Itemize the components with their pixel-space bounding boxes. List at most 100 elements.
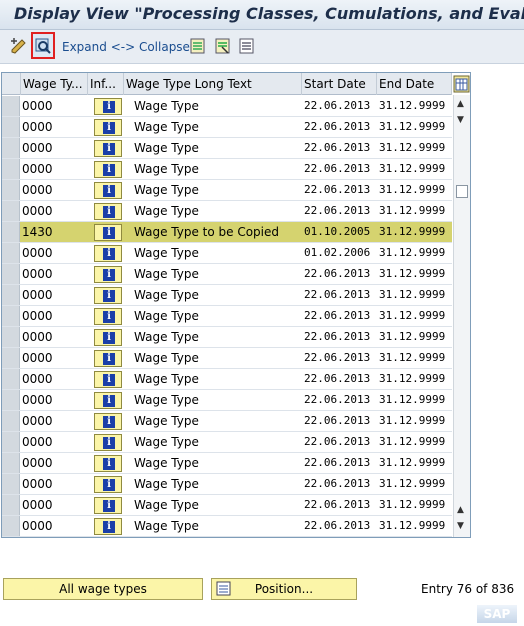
table-row[interactable]: 0000 i Wage Type 22.06.2013 31.12.9999 bbox=[2, 180, 452, 201]
table-row[interactable]: 0000 i Wage Type 22.06.2013 31.12.9999 bbox=[2, 432, 452, 453]
table-row[interactable]: 0000 i Wage Type 22.06.2013 31.12.9999 bbox=[2, 516, 452, 537]
wage-type-code: 0000 bbox=[22, 477, 53, 491]
row-selector[interactable] bbox=[2, 453, 20, 473]
row-selector[interactable] bbox=[2, 432, 20, 452]
info-button[interactable]: i bbox=[90, 495, 124, 515]
table-row[interactable]: 0000 i Wage Type 22.06.2013 31.12.9999 bbox=[2, 453, 452, 474]
scroll-thumb[interactable] bbox=[456, 185, 468, 198]
table-row[interactable]: 0000 i Wage Type 22.06.2013 31.12.9999 bbox=[2, 474, 452, 495]
info-button[interactable]: i bbox=[90, 453, 124, 473]
row-selector[interactable] bbox=[2, 96, 20, 116]
info-button[interactable]: i bbox=[90, 159, 124, 179]
row-selector[interactable] bbox=[2, 243, 20, 263]
column-header-end-date[interactable]: End Date bbox=[377, 73, 452, 95]
table-row[interactable]: 0000 i Wage Type 22.06.2013 31.12.9999 bbox=[2, 96, 452, 117]
table-row[interactable]: 0000 i Wage Type 22.06.2013 31.12.9999 bbox=[2, 117, 452, 138]
row-selector[interactable] bbox=[2, 327, 20, 347]
table-row[interactable]: 0000 i Wage Type 22.06.2013 31.12.9999 bbox=[2, 264, 452, 285]
end-date: 31.12.9999 bbox=[379, 120, 446, 133]
wage-type-long-text: Wage Type bbox=[134, 162, 199, 176]
table-row[interactable]: 0000 i Wage Type 22.06.2013 31.12.9999 bbox=[2, 495, 452, 516]
info-icon: i bbox=[103, 311, 115, 323]
row-selector[interactable] bbox=[2, 306, 20, 326]
row-selector[interactable] bbox=[2, 201, 20, 221]
sap-logo: SAP bbox=[477, 605, 517, 623]
info-icon: i bbox=[103, 395, 115, 407]
row-selector[interactable] bbox=[2, 411, 20, 431]
table-row[interactable]: 0000 i Wage Type 22.06.2013 31.12.9999 bbox=[2, 411, 452, 432]
row-selector[interactable] bbox=[2, 390, 20, 410]
info-button[interactable]: i bbox=[90, 411, 124, 431]
table-row[interactable]: 0000 i Wage Type 22.06.2013 31.12.9999 bbox=[2, 327, 452, 348]
table-row[interactable]: 0000 i Wage Type 22.06.2013 31.12.9999 bbox=[2, 390, 452, 411]
select-block-icon[interactable] bbox=[212, 35, 234, 57]
info-icon: i bbox=[103, 479, 115, 491]
select-all-header[interactable] bbox=[2, 73, 21, 95]
info-button[interactable]: i bbox=[90, 201, 124, 221]
row-selector[interactable] bbox=[2, 117, 20, 137]
info-button[interactable]: i bbox=[90, 243, 124, 263]
info-button[interactable]: i bbox=[90, 390, 124, 410]
row-selector[interactable] bbox=[2, 369, 20, 389]
table-row[interactable]: 0000 i Wage Type 22.06.2013 31.12.9999 bbox=[2, 138, 452, 159]
table-row[interactable]: 0000 i Wage Type 22.06.2013 31.12.9999 bbox=[2, 306, 452, 327]
info-button[interactable]: i bbox=[90, 327, 124, 347]
row-selector[interactable] bbox=[2, 285, 20, 305]
window-title: Display View "Processing Classes, Cumula… bbox=[14, 4, 524, 23]
info-button[interactable]: i bbox=[90, 306, 124, 326]
end-date: 31.12.9999 bbox=[379, 225, 446, 238]
display-details-icon[interactable] bbox=[31, 32, 55, 59]
scroll-down-icon[interactable]: ▼ bbox=[457, 521, 464, 531]
table-settings-icon[interactable] bbox=[453, 75, 470, 93]
row-selector[interactable] bbox=[2, 180, 20, 200]
info-button[interactable]: i bbox=[90, 369, 124, 389]
column-header-wage-type[interactable]: Wage Ty... bbox=[21, 73, 88, 95]
select-all-icon[interactable] bbox=[187, 35, 209, 57]
end-date: 31.12.9999 bbox=[379, 288, 446, 301]
row-selector[interactable] bbox=[2, 159, 20, 179]
end-date: 31.12.9999 bbox=[379, 267, 446, 280]
row-selector[interactable] bbox=[2, 222, 20, 242]
info-button[interactable]: i bbox=[90, 432, 124, 452]
vertical-scrollbar[interactable]: ▲ ▼ ▲ ▼ bbox=[453, 95, 470, 537]
info-button[interactable]: i bbox=[90, 138, 124, 158]
wage-type-code: 0000 bbox=[22, 141, 53, 155]
table-row[interactable]: 0000 i Wage Type 22.06.2013 31.12.9999 bbox=[2, 348, 452, 369]
table-row[interactable]: 0000 i Wage Type 22.06.2013 31.12.9999 bbox=[2, 201, 452, 222]
table-row[interactable]: 0000 i Wage Type 22.06.2013 31.12.9999 bbox=[2, 369, 452, 390]
info-button[interactable]: i bbox=[90, 264, 124, 284]
row-selector[interactable] bbox=[2, 348, 20, 368]
column-header-long-text[interactable]: Wage Type Long Text bbox=[124, 73, 302, 95]
info-button[interactable]: i bbox=[90, 117, 124, 137]
column-header-info[interactable]: Inf... bbox=[88, 73, 124, 95]
column-header-start-date[interactable]: Start Date bbox=[302, 73, 377, 95]
expand-collapse-button[interactable]: Expand <-> Collapse bbox=[62, 40, 190, 54]
row-selector[interactable] bbox=[2, 495, 20, 515]
info-button[interactable]: i bbox=[90, 348, 124, 368]
deselect-all-icon[interactable] bbox=[236, 35, 258, 57]
all-wage-types-button[interactable]: All wage types bbox=[3, 578, 203, 600]
row-selector[interactable] bbox=[2, 474, 20, 494]
scroll-up-icon[interactable]: ▲ bbox=[457, 99, 464, 109]
info-button[interactable]: i bbox=[90, 474, 124, 494]
scroll-page-down-icon[interactable]: ▲ bbox=[457, 505, 464, 515]
start-date: 01.10.2005 bbox=[304, 225, 371, 238]
table-row[interactable]: 0000 i Wage Type 22.06.2013 31.12.9999 bbox=[2, 159, 452, 180]
info-button[interactable]: i bbox=[90, 96, 124, 116]
table-row[interactable]: 0000 i Wage Type 01.02.2006 31.12.9999 bbox=[2, 243, 452, 264]
row-selector[interactable] bbox=[2, 138, 20, 158]
row-selector[interactable] bbox=[2, 516, 20, 536]
end-date: 31.12.9999 bbox=[379, 246, 446, 259]
scroll-page-up-icon[interactable]: ▼ bbox=[457, 115, 464, 125]
start-date: 22.06.2013 bbox=[304, 414, 371, 427]
row-selector[interactable] bbox=[2, 264, 20, 284]
table-row[interactable]: 0000 i Wage Type 22.06.2013 31.12.9999 bbox=[2, 285, 452, 306]
table-row[interactable]: 1430 i Wage Type to be Copied 01.10.2005 31.… bbox=[2, 222, 452, 243]
info-button[interactable]: i bbox=[90, 516, 124, 536]
position-button[interactable]: Position... bbox=[211, 578, 357, 600]
info-button[interactable]: i bbox=[90, 222, 124, 242]
info-icon: i bbox=[103, 332, 115, 344]
info-button[interactable]: i bbox=[90, 180, 124, 200]
edit-pencil-icon[interactable] bbox=[8, 35, 30, 57]
info-button[interactable]: i bbox=[90, 285, 124, 305]
